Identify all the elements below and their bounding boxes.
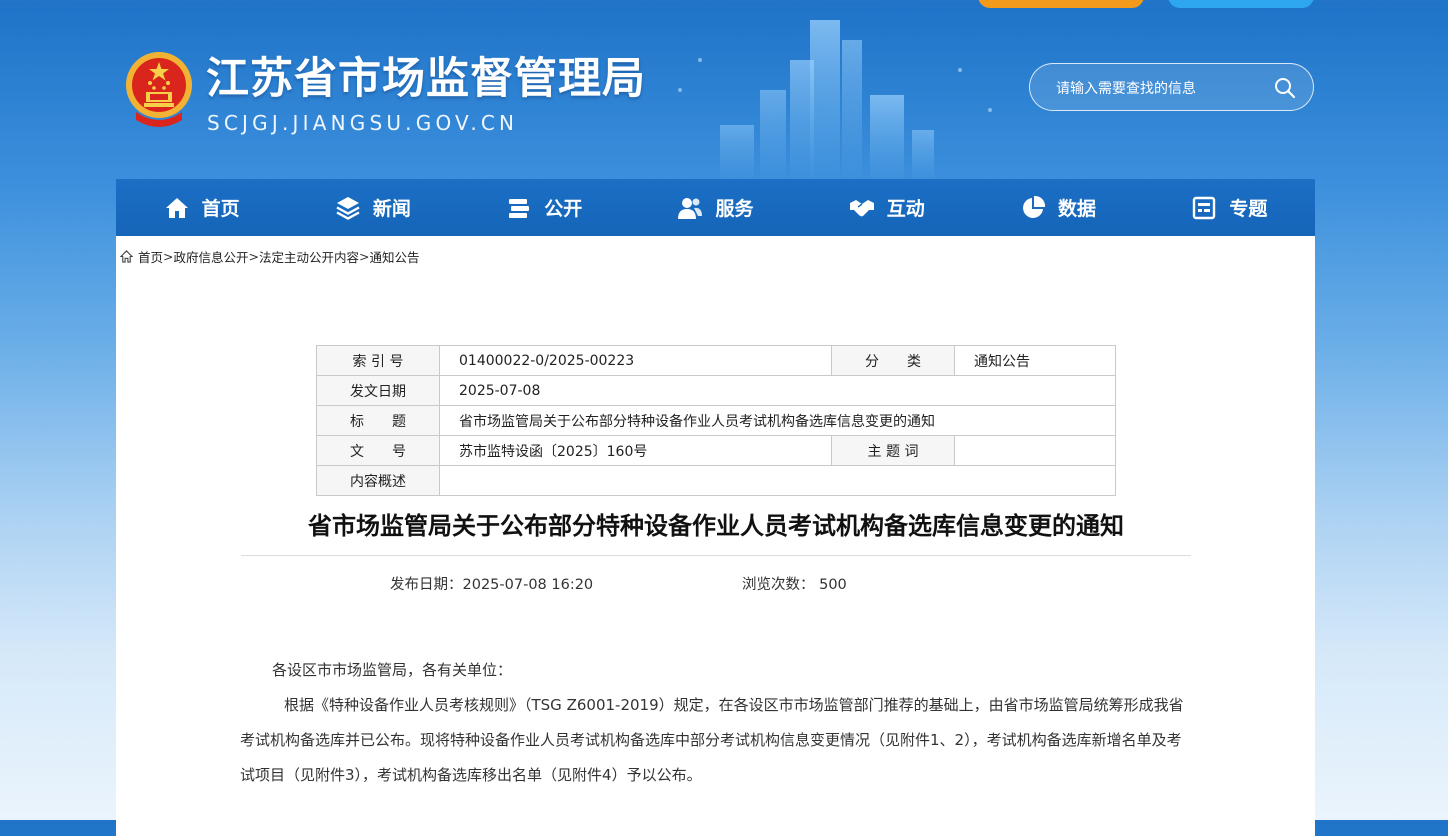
nav-item-data[interactable]: 数据 <box>972 179 1143 236</box>
breadcrumb-link-legal-content[interactable]: 法定主动公开内容 <box>259 247 359 266</box>
category-label: 分 类 <box>831 345 955 376</box>
summary-value <box>439 465 1116 496</box>
nav-item-interact[interactable]: 互动 <box>801 179 972 236</box>
nav-label: 互动 <box>886 198 925 220</box>
breadcrumb-link-notices[interactable]: 通知公告 <box>370 247 420 266</box>
pie-chart-icon <box>1023 195 1046 218</box>
article-salutation: 各设区市市场监管局，各有关单位： <box>272 661 513 679</box>
document-metadata-table: 索 引 号 01400022-0/2025-00223 分 类 通知公告 发文日… <box>316 345 1116 496</box>
nav-item-home[interactable]: 首页 <box>116 179 287 236</box>
breadcrumb-separator: > <box>163 249 174 264</box>
calendar-icon <box>1193 196 1216 219</box>
city-skyline-decoration <box>678 20 992 180</box>
national-emblem-icon <box>126 52 192 127</box>
category-value: 通知公告 <box>954 345 1116 376</box>
nav-label: 服务 <box>715 198 754 220</box>
handshake-icon <box>849 199 874 216</box>
breadcrumb-separator: > <box>248 249 259 264</box>
nav-item-open[interactable]: 公开 <box>459 179 630 236</box>
table-row: 索 引 号 01400022-0/2025-00223 分 类 通知公告 <box>316 345 1116 376</box>
view-count: 浏览次数： 500 <box>742 577 847 593</box>
search-box <box>1029 63 1314 111</box>
title-label: 标 题 <box>316 405 440 436</box>
search-icon[interactable] <box>1273 76 1297 100</box>
main-nav: 首页 新闻 公开 服务 互动 数据 专题 <box>116 179 1315 236</box>
top-blue-button[interactable] <box>1168 0 1314 8</box>
nav-item-news[interactable]: 新闻 <box>287 179 458 236</box>
nav-label: 数据 <box>1058 198 1097 220</box>
publish-date: 发布日期：2025-07-08 16:20 <box>390 577 594 593</box>
layers-icon <box>336 196 360 220</box>
summary-label: 内容概述 <box>316 465 440 496</box>
nav-label: 首页 <box>201 198 240 220</box>
site-title: 江苏省市场监督管理局 <box>206 54 646 104</box>
nav-item-service[interactable]: 服务 <box>630 179 801 236</box>
nav-label: 公开 <box>544 198 583 220</box>
index-value: 01400022-0/2025-00223 <box>439 345 832 376</box>
home-icon <box>165 197 188 218</box>
nav-label: 专题 <box>1229 198 1268 220</box>
docno-value: 苏市监特设函〔2025〕160号 <box>439 435 832 466</box>
breadcrumb-link-home[interactable]: 首页 <box>138 247 163 266</box>
table-row: 发文日期 2025-07-08 <box>316 375 1116 406</box>
table-row: 文 号 苏市监特设函〔2025〕160号 主 题 词 <box>316 435 1116 466</box>
docno-label: 文 号 <box>316 435 440 466</box>
date-label: 发文日期 <box>316 375 440 406</box>
index-label: 索 引 号 <box>316 345 440 376</box>
keywords-value <box>954 435 1116 466</box>
books-icon <box>509 198 530 218</box>
search-input[interactable] <box>1054 76 1258 102</box>
content-panel: 首页 > 政府信息公开 > 法定主动公开内容 > 通知公告 索 引 号 0140… <box>116 236 1315 836</box>
breadcrumb-link-gov-info[interactable]: 政府信息公开 <box>174 247 249 266</box>
nav-label: 新闻 <box>372 198 411 220</box>
table-row: 内容概述 <box>316 465 1116 496</box>
table-row: 标 题 省市场监管局关于公布部分特种设备作业人员考试机构备选库信息变更的通知 <box>316 405 1116 436</box>
date-value: 2025-07-08 <box>439 375 1116 406</box>
nav-item-topic[interactable]: 专题 <box>1144 179 1315 236</box>
title-divider <box>241 555 1191 556</box>
breadcrumb: 首页 > 政府信息公开 > 法定主动公开内容 > 通知公告 <box>120 247 420 266</box>
site-domain: SCJGJ.JIANGSU.GOV.CN <box>207 111 519 135</box>
home-icon <box>120 250 133 263</box>
top-orange-button[interactable] <box>978 0 1144 8</box>
title-value: 省市场监管局关于公布部分特种设备作业人员考试机构备选库信息变更的通知 <box>439 405 1116 436</box>
keywords-label: 主 题 词 <box>831 435 955 466</box>
people-icon <box>678 197 703 219</box>
article-title: 省市场监管局关于公布部分特种设备作业人员考试机构备选库信息变更的通知 <box>308 512 1124 540</box>
article-paragraph: 根据《特种设备作业人员考核规则》（TSG Z6001-2019）规定，在各设区市… <box>240 696 1184 784</box>
breadcrumb-separator: > <box>359 249 370 264</box>
